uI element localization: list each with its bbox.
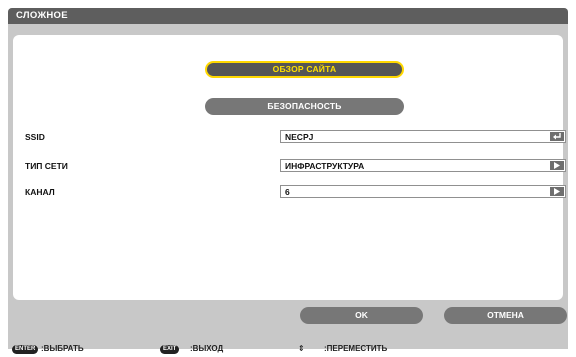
exit-key-icon: EXIT: [160, 345, 180, 354]
enter-icon[interactable]: [550, 132, 564, 141]
ok-button[interactable]: OK: [300, 307, 423, 324]
dialog-frame: СЛОЖНОЕ ОБЗОР САЙТА БЕЗОПАСНОСТЬ SSID NE…: [8, 8, 568, 354]
channel-field[interactable]: 6: [280, 185, 566, 198]
ssid-field[interactable]: NECPJ: [280, 130, 566, 143]
cancel-button[interactable]: ОТМЕНА: [444, 307, 567, 324]
security-button[interactable]: БЕЗОПАСНОСТЬ: [205, 98, 404, 115]
network-type-label: ТИП СЕТИ: [25, 161, 68, 171]
network-type-field[interactable]: ИНФРАСТРУКТУРА: [280, 159, 566, 172]
title-bar: СЛОЖНОЕ: [8, 8, 568, 24]
channel-value: 6: [285, 187, 290, 197]
ssid-value: NECPJ: [285, 132, 314, 142]
play-arrow-icon[interactable]: [550, 161, 564, 170]
network-type-value: ИНФРАСТРУКТУРА: [285, 161, 365, 171]
site-survey-button[interactable]: ОБЗОР САЙТА: [205, 61, 404, 78]
status-bar: ENTER :ВЫБРАТЬ EXIT :ВЫХОД ⇕ :ПЕРЕМЕСТИТ…: [8, 341, 568, 357]
ssid-label: SSID: [25, 132, 45, 142]
play-arrow-icon[interactable]: [550, 187, 564, 196]
enter-key-icon: ENTER: [12, 345, 39, 354]
channel-label: КАНАЛ: [25, 187, 55, 197]
window-title: СЛОЖНОЕ: [16, 10, 68, 21]
settings-panel: ОБЗОР САЙТА БЕЗОПАСНОСТЬ SSID NECPJ ТИП …: [13, 35, 566, 300]
